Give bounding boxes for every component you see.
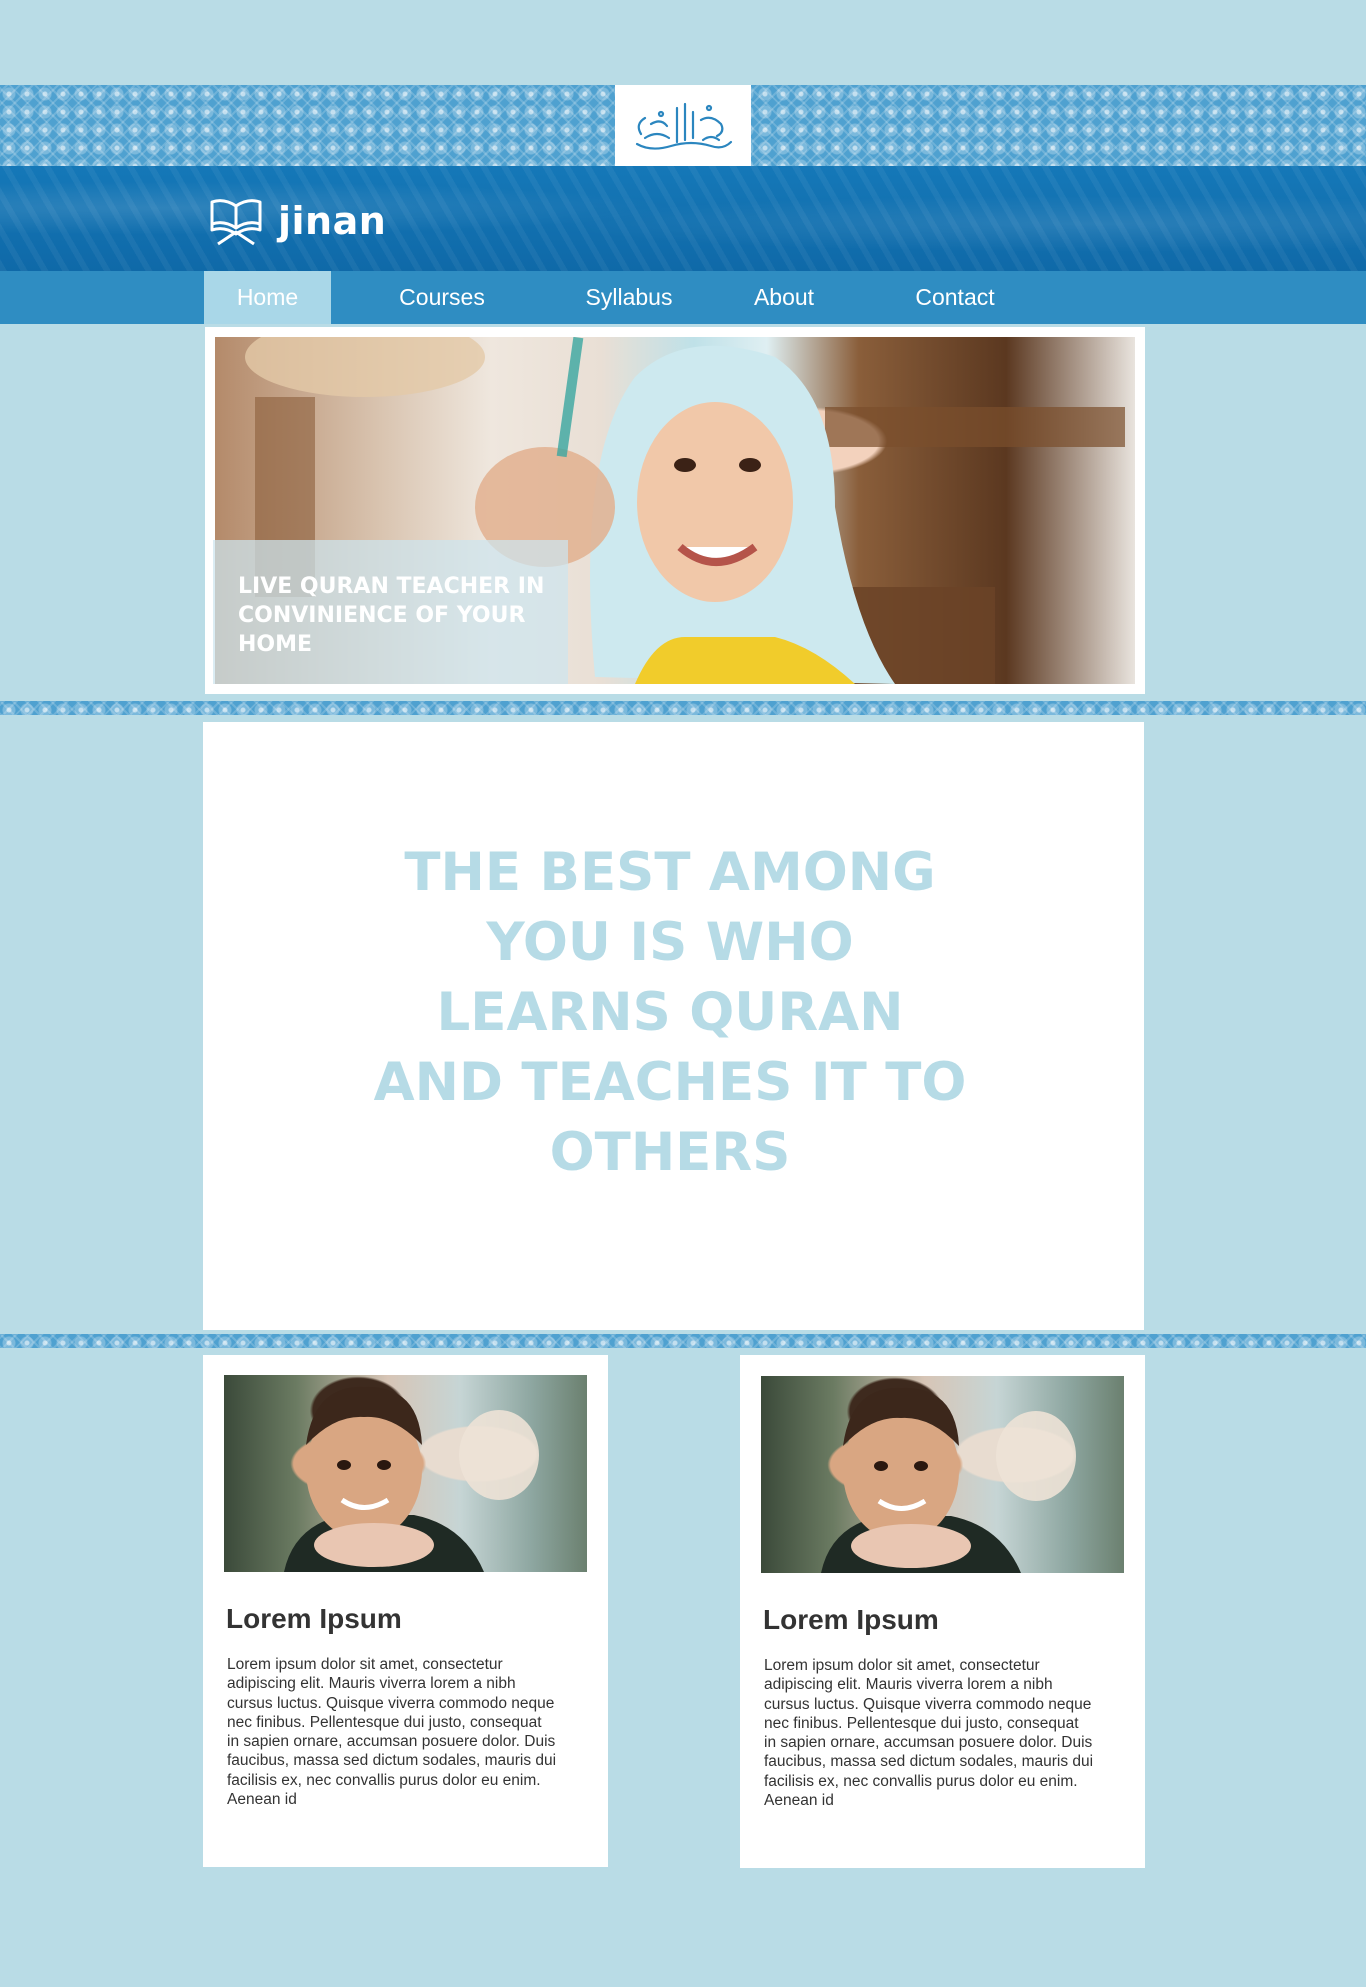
card-title: Lorem Ipsum	[763, 1604, 939, 1635]
quote-line-5: OTHERS	[549, 1122, 791, 1183]
quote-line-2: YOU IS WHO	[486, 912, 854, 973]
quote-line-4: AND TEACHES IT TO	[373, 1052, 967, 1113]
nav-item-contact[interactable]: Contact	[890, 271, 1020, 324]
nav-item-courses[interactable]: Courses	[372, 271, 512, 324]
site-logo[interactable]: jinan	[208, 196, 386, 246]
card-body-text: Lorem ipsum dolor sit amet, consectetur …	[764, 1657, 1094, 1810]
bismillah-calligraphy-icon	[635, 102, 733, 150]
card-photo	[761, 1376, 1124, 1573]
hero-caption: LIVE QURAN TEACHER IN CONVINIENCE OF YOU…	[238, 572, 548, 659]
hero-caption-line-3: HOME	[238, 632, 313, 657]
quote-line-3: LEARNS QURAN	[436, 982, 904, 1043]
calligraphy-emblem	[615, 85, 751, 166]
nav-item-syllabus[interactable]: Syllabus	[560, 271, 698, 324]
nav-item-about[interactable]: About	[730, 271, 838, 324]
quote-line-1: THE BEST AMONG	[404, 842, 936, 903]
ornament-divider	[0, 1334, 1366, 1348]
card-photo-illustration	[284, 1386, 539, 1572]
card-body-text: Lorem ipsum dolor sit amet, consectetur …	[227, 1656, 557, 1809]
card-photo	[224, 1375, 587, 1572]
hadith-quote: THE BEST AMONG YOU IS WHO LEARNS QURAN A…	[360, 838, 980, 1188]
ornament-divider	[0, 701, 1366, 715]
open-quran-book-icon	[210, 199, 262, 246]
brand-name: jinan	[278, 199, 387, 243]
nav-item-home[interactable]: Home	[204, 271, 331, 324]
card-title: Lorem Ipsum	[226, 1603, 402, 1634]
header-banner	[0, 166, 1366, 271]
card-photo-illustration	[821, 1387, 1076, 1573]
hero-caption-line-2: CONVINIENCE OF YOUR	[238, 603, 526, 628]
hero-caption-line-1: LIVE QURAN TEACHER IN	[238, 574, 545, 599]
